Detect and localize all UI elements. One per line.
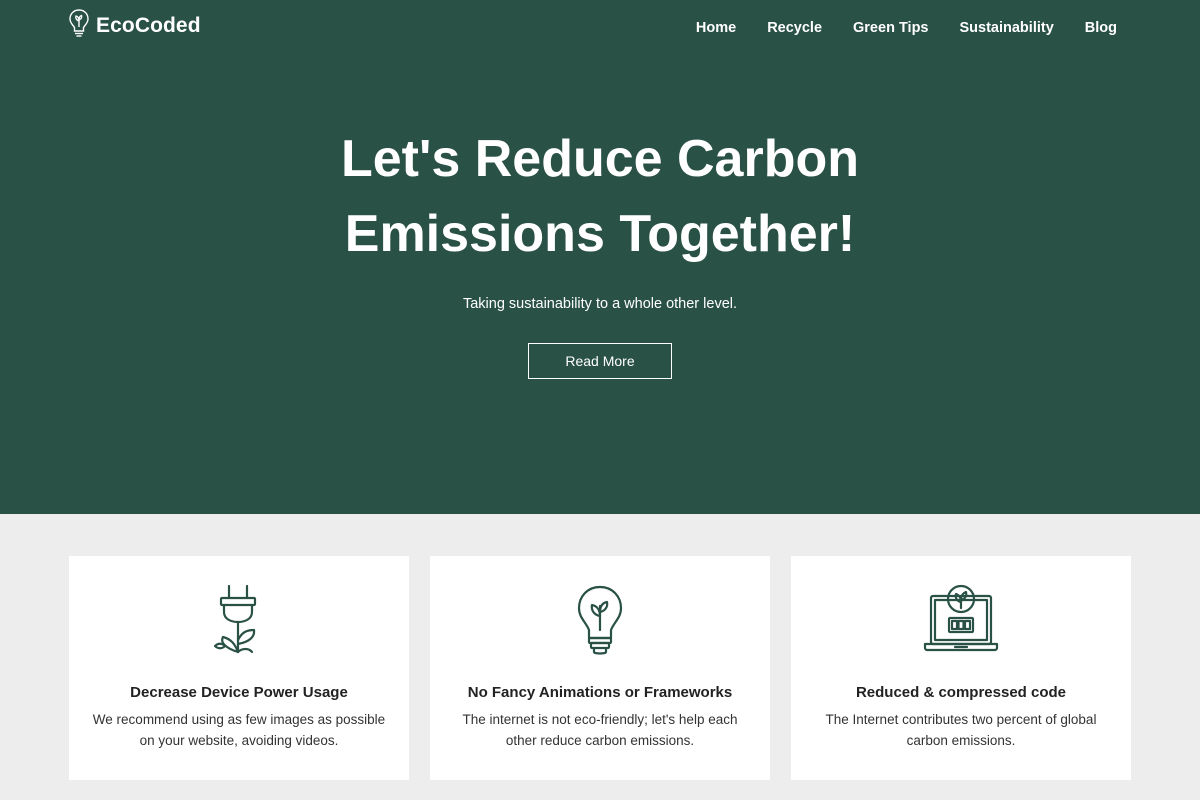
brand-name: EcoCoded (96, 13, 201, 37)
lightbulb-icon (550, 582, 650, 662)
nav-item-sustainability[interactable]: Sustainability (960, 19, 1054, 37)
main-nav: Home Recycle Green Tips Sustainability B… (696, 19, 1117, 37)
hero-title-line-2: Emissions Together! (344, 205, 856, 263)
feature-card-power: Decrease Device Power Usage We recommend… (69, 556, 409, 780)
hero-section: EcoCoded Home Recycle Green Tips Sustain… (0, 0, 1200, 514)
feature-title: No Fancy Animations or Frameworks (467, 684, 733, 701)
feature-text: The internet is not eco-friendly; let's … (462, 712, 738, 748)
feature-card-code: Reduced & compressed code The Internet c… (791, 556, 1131, 780)
laptop-plant-icon (911, 582, 1011, 662)
nav-item-blog[interactable]: Blog (1085, 19, 1117, 37)
hero-title: Let's Reduce Carbon Emissions Together! (0, 122, 1200, 272)
feature-card-animations: No Fancy Animations or Frameworks The in… (430, 556, 770, 780)
read-more-button[interactable]: Read More (528, 343, 672, 379)
nav-item-home[interactable]: Home (696, 19, 736, 37)
nav-item-green-tips[interactable]: Green Tips (853, 19, 928, 37)
feature-title: Decrease Device Power Usage (130, 684, 348, 701)
brand-logo[interactable]: EcoCoded (68, 8, 201, 43)
nav-item-recycle[interactable]: Recycle (767, 19, 822, 37)
lightbulb-leaf-icon (68, 8, 90, 43)
hero-title-line-1: Let's Reduce Carbon (340, 130, 860, 188)
feature-title: Reduced & compressed code (855, 684, 1067, 701)
feature-text: We recommend using as few images as poss… (92, 712, 386, 748)
feature-text: The Internet contributes two percent of … (825, 712, 1097, 748)
hero-subtitle: Taking sustainability to a whole other l… (462, 296, 738, 312)
plug-plant-icon (189, 582, 289, 662)
